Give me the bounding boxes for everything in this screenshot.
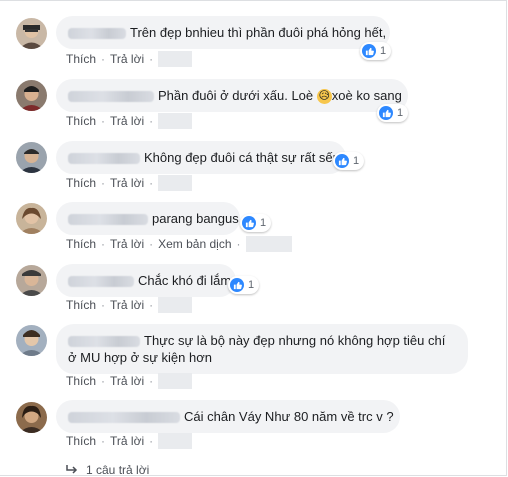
- comment-actions: Thích · Trả lời ·: [66, 297, 193, 313]
- commenter-name[interactable]: [68, 412, 180, 424]
- comment-text: Trên đẹp bnhieu thì phần đuôi phá hỏng h…: [130, 25, 387, 40]
- sad-emoji-icon: 😥: [316, 89, 332, 105]
- comment-text-continued: xoè ko sang: [331, 88, 402, 103]
- comment-actions: Thích · Trả lời · Xem bản dịch ·: [66, 236, 292, 252]
- commenter-name[interactable]: [68, 91, 154, 103]
- comment-bubble: Không đẹp đuôi cá thật sự rất sến: [56, 141, 346, 174]
- like-link[interactable]: Thích: [66, 52, 96, 66]
- like-link[interactable]: Thích: [66, 434, 96, 448]
- avatar[interactable]: [16, 203, 47, 234]
- like-icon: [230, 278, 244, 292]
- reply-arrow-icon: [66, 462, 78, 477]
- comment-actions: Thích · Trả lời ·: [66, 51, 193, 67]
- reply-link[interactable]: Trả lời: [110, 114, 144, 128]
- timestamp[interactable]: [158, 433, 193, 449]
- view-replies-link[interactable]: 1 câu trả lời: [66, 462, 149, 477]
- comment-actions: Thích · Trả lời ·: [66, 433, 193, 449]
- reply-link[interactable]: Trả lời: [110, 237, 144, 251]
- like-icon: [335, 154, 349, 168]
- commenter-name[interactable]: [68, 214, 148, 226]
- like-link[interactable]: Thích: [66, 374, 96, 388]
- comment-text: Không đẹp đuôi cá thật sự rất sến: [144, 150, 340, 165]
- timestamp[interactable]: [158, 297, 193, 313]
- comment-text: Chắc khó đi lắm: [138, 273, 232, 288]
- avatar[interactable]: [16, 402, 47, 433]
- comment-bubble: Chắc khó đi lắm: [56, 264, 236, 297]
- comment-actions: Thích · Trả lời ·: [66, 373, 193, 389]
- avatar[interactable]: [16, 142, 47, 173]
- commenter-name[interactable]: [68, 28, 126, 40]
- comment-text: Phần đuôi ở dưới xấu. Loè: [158, 88, 314, 103]
- avatar[interactable]: [16, 18, 47, 49]
- reply-link[interactable]: Trả lời: [110, 176, 144, 190]
- comment-bubble: Thực sự là bộ này đẹp nhưng nó không hợp…: [56, 324, 468, 374]
- reaction-count[interactable]: 1: [377, 104, 409, 122]
- reaction-count[interactable]: 1: [333, 152, 365, 170]
- comment-actions: Thích · Trả lời ·: [66, 113, 193, 129]
- reply-link[interactable]: Trả lời: [110, 434, 144, 448]
- comment-text: parang bangus: [152, 211, 239, 226]
- timestamp[interactable]: [158, 175, 193, 191]
- avatar[interactable]: [16, 80, 47, 111]
- reply-link[interactable]: Trả lời: [110, 298, 144, 312]
- like-link[interactable]: Thích: [66, 298, 96, 312]
- like-link[interactable]: Thích: [66, 114, 96, 128]
- translate-link[interactable]: Xem bản dịch: [158, 237, 231, 251]
- commenter-name[interactable]: [68, 336, 140, 348]
- like-link[interactable]: Thích: [66, 176, 96, 190]
- timestamp[interactable]: [158, 373, 193, 389]
- reply-link[interactable]: Trả lời: [110, 374, 144, 388]
- timestamp[interactable]: [245, 236, 292, 252]
- timestamp[interactable]: [158, 113, 193, 129]
- like-icon: [379, 106, 393, 120]
- like-icon: [242, 216, 256, 230]
- avatar[interactable]: [16, 265, 47, 296]
- reaction-count[interactable]: 1: [360, 42, 392, 60]
- timestamp[interactable]: [158, 51, 193, 67]
- comment-bubble: Phần đuôi ở dưới xấu. Loè 😥 xoè ko sang: [56, 79, 408, 112]
- reaction-count[interactable]: 1: [240, 214, 272, 232]
- comment-bubble: Trên đẹp bnhieu thì phần đuôi phá hỏng h…: [56, 16, 390, 49]
- comment-bubble: parang bangus: [56, 202, 240, 235]
- avatar[interactable]: [16, 325, 47, 356]
- like-icon: [362, 44, 376, 58]
- commenter-name[interactable]: [68, 153, 140, 165]
- reply-link[interactable]: Trả lời: [110, 52, 144, 66]
- comment-text: Cái chân Váy Như 80 năm về trc v ?: [184, 409, 394, 424]
- like-link[interactable]: Thích: [66, 237, 96, 251]
- commenter-name[interactable]: [68, 276, 134, 288]
- replies-label[interactable]: 1 câu trả lời: [86, 463, 149, 477]
- reaction-count[interactable]: 1: [228, 276, 260, 294]
- comment-bubble: Cái chân Váy Như 80 năm về trc v ?: [56, 400, 400, 433]
- comment-actions: Thích · Trả lời ·: [66, 175, 193, 191]
